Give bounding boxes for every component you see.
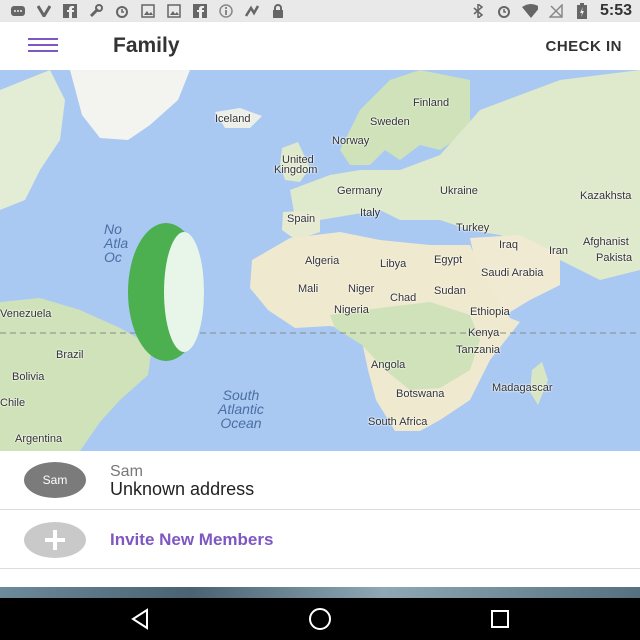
message-icon bbox=[10, 4, 26, 18]
map-label: South Africa bbox=[368, 416, 428, 428]
map-label: Ukraine bbox=[440, 185, 478, 197]
recent-apps-icon[interactable] bbox=[480, 606, 520, 632]
map-label: Sweden bbox=[370, 116, 410, 128]
background-photo bbox=[0, 587, 640, 598]
member-list: Sam Sam Unknown address Invite New Membe… bbox=[0, 451, 640, 587]
home-icon[interactable] bbox=[300, 606, 340, 632]
page-title: Family bbox=[113, 34, 180, 57]
map-label: Pakista bbox=[596, 252, 633, 264]
map-label: Niger bbox=[348, 283, 375, 295]
map-label: Sudan bbox=[434, 285, 466, 297]
map-label: Iceland bbox=[215, 113, 251, 125]
map-label: Turkey bbox=[456, 222, 490, 234]
map-label: Botswana bbox=[396, 388, 445, 400]
lock-icon bbox=[270, 4, 286, 18]
map-label: Brazil bbox=[56, 349, 84, 361]
facebook-icon bbox=[192, 4, 208, 18]
map-label: Saudi Arabia bbox=[481, 267, 544, 279]
map-label: Kazakhsta bbox=[580, 190, 632, 202]
app-bar: Family CHECK IN bbox=[0, 22, 640, 70]
member-address: Unknown address bbox=[110, 479, 255, 499]
map-label: Iraq bbox=[499, 239, 518, 251]
map-label: Finland bbox=[413, 97, 450, 109]
map-view[interactable]: Finland Iceland Sweden Norway United Kin… bbox=[0, 70, 640, 451]
bluetooth-icon bbox=[470, 4, 486, 18]
photo-icon bbox=[140, 4, 156, 18]
invite-members-link[interactable]: Invite New Members bbox=[110, 530, 273, 550]
map-label: Libya bbox=[380, 258, 407, 270]
map-label: Norway bbox=[332, 135, 370, 147]
map-label: Mali bbox=[298, 283, 319, 295]
add-member-icon bbox=[24, 522, 86, 558]
map-label: Venezuela bbox=[0, 308, 52, 320]
clock: 5:53 bbox=[599, 2, 632, 19]
status-bar: 5:53 bbox=[0, 0, 640, 22]
map-label: Afghanist bbox=[583, 236, 629, 248]
info-icon bbox=[218, 4, 234, 18]
v-icon bbox=[36, 4, 52, 18]
system-icons: 5:53 bbox=[470, 0, 632, 22]
map-label: Spain bbox=[287, 213, 316, 225]
battery-icon bbox=[574, 3, 590, 19]
map-label: Italy bbox=[360, 207, 381, 219]
avatar: Sam bbox=[24, 462, 86, 498]
map-label: Ethiopia bbox=[470, 306, 510, 318]
map-label: Tanzania bbox=[456, 344, 501, 356]
map-label: Kenya bbox=[468, 327, 500, 339]
map-label: Madagascar bbox=[492, 382, 553, 394]
map-label: Egypt bbox=[434, 254, 463, 266]
location-marker[interactable] bbox=[128, 223, 204, 361]
alarm-icon bbox=[114, 4, 130, 18]
map-label: Angola bbox=[371, 359, 406, 371]
map-label: Germany bbox=[337, 185, 383, 197]
map-label: Kingdom bbox=[274, 164, 318, 176]
back-icon[interactable] bbox=[120, 606, 160, 632]
check-in-button[interactable]: CHECK IN bbox=[545, 38, 622, 55]
member-row[interactable]: Sam Sam Unknown address bbox=[0, 451, 640, 510]
photo-icon bbox=[166, 4, 182, 18]
map-label: Iran bbox=[549, 245, 568, 257]
ocean-label: South Atlantic Ocean bbox=[218, 387, 264, 431]
map-label: Chile bbox=[0, 397, 26, 409]
navigation-bar bbox=[0, 598, 640, 640]
wifi-icon bbox=[521, 4, 538, 18]
hamburger-menu-icon[interactable] bbox=[28, 38, 58, 54]
map-label: Chad bbox=[390, 292, 417, 304]
wrench-icon bbox=[88, 4, 104, 18]
facebook-icon bbox=[62, 4, 78, 18]
ocean-label: No Atla Oc bbox=[104, 221, 129, 265]
invite-row[interactable]: Invite New Members bbox=[0, 510, 640, 569]
no-signal-icon bbox=[548, 4, 564, 18]
alarm-icon bbox=[496, 4, 512, 18]
map-label: Bolivia bbox=[12, 371, 45, 383]
map-label: Nigeria bbox=[334, 304, 369, 316]
map-label: Algeria bbox=[305, 255, 340, 267]
map-label: Argentina bbox=[15, 433, 63, 445]
fitness-icon bbox=[244, 4, 260, 18]
notification-icons bbox=[0, 4, 286, 18]
